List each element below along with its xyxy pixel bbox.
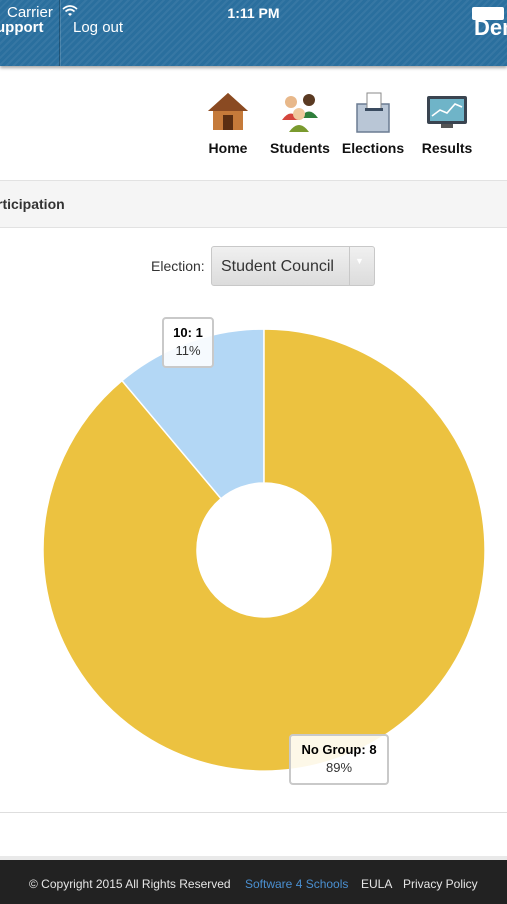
menu-students[interactable]: Students <box>258 90 338 160</box>
section-header: rticipation <box>0 180 507 228</box>
chart-tooltip-10: 10: 1 11% <box>162 317 214 368</box>
election-label: Election: <box>151 258 205 274</box>
election-select[interactable]: Student Council ▼ <box>211 246 375 286</box>
tooltip-title: No Group: 8 <box>301 742 377 757</box>
participation-donut-chart <box>42 328 486 772</box>
menu-settings-label: Se <box>478 140 507 156</box>
monitor-chart-icon <box>427 96 467 128</box>
brand-title: Dem <box>474 15 507 40</box>
nav-divider <box>59 0 60 66</box>
ballot-box-icon <box>356 92 390 133</box>
menu-results[interactable]: Results <box>405 90 485 160</box>
footer-copyright: © Copyright 2015 All Rights Reserved <box>29 877 231 891</box>
house-icon <box>208 93 248 130</box>
donut-slice-no-group[interactable] <box>42 328 486 772</box>
chart-tooltip-no-group: No Group: 8 89% <box>289 734 389 785</box>
menu-elections-label: Elections <box>341 140 405 156</box>
footer-privacy-link[interactable]: Privacy Policy <box>403 877 478 891</box>
top-header: Carrier 1:11 PM upport Log out Dem <box>0 0 507 66</box>
menu-home[interactable]: Home <box>186 90 266 160</box>
tooltip-percent: 11% <box>175 343 201 358</box>
logout-link[interactable]: Log out <box>73 19 123 36</box>
support-link[interactable]: upport <box>0 19 43 36</box>
footer: © Copyright 2015 All Rights Reserved Sof… <box>0 856 507 904</box>
section-title: rticipation <box>0 196 65 212</box>
students-group-icon <box>282 94 318 132</box>
menu-students-label: Students <box>270 140 330 156</box>
chevron-down-icon: ▼ <box>355 256 364 266</box>
menu-settings[interactable]: Se <box>478 90 507 160</box>
menu-results-label: Results <box>421 140 473 156</box>
election-select-value: Student Council <box>221 258 334 275</box>
select-divider <box>349 247 350 285</box>
content-divider <box>0 812 507 813</box>
footer-company-link[interactable]: Software 4 Schools <box>245 877 348 891</box>
tooltip-title: 10: 1 <box>173 325 203 340</box>
menu-elections[interactable]: Elections <box>331 90 411 160</box>
settings-icon <box>498 90 507 134</box>
footer-eula-link[interactable]: EULA <box>361 877 392 891</box>
tooltip-percent: 89% <box>325 760 353 775</box>
